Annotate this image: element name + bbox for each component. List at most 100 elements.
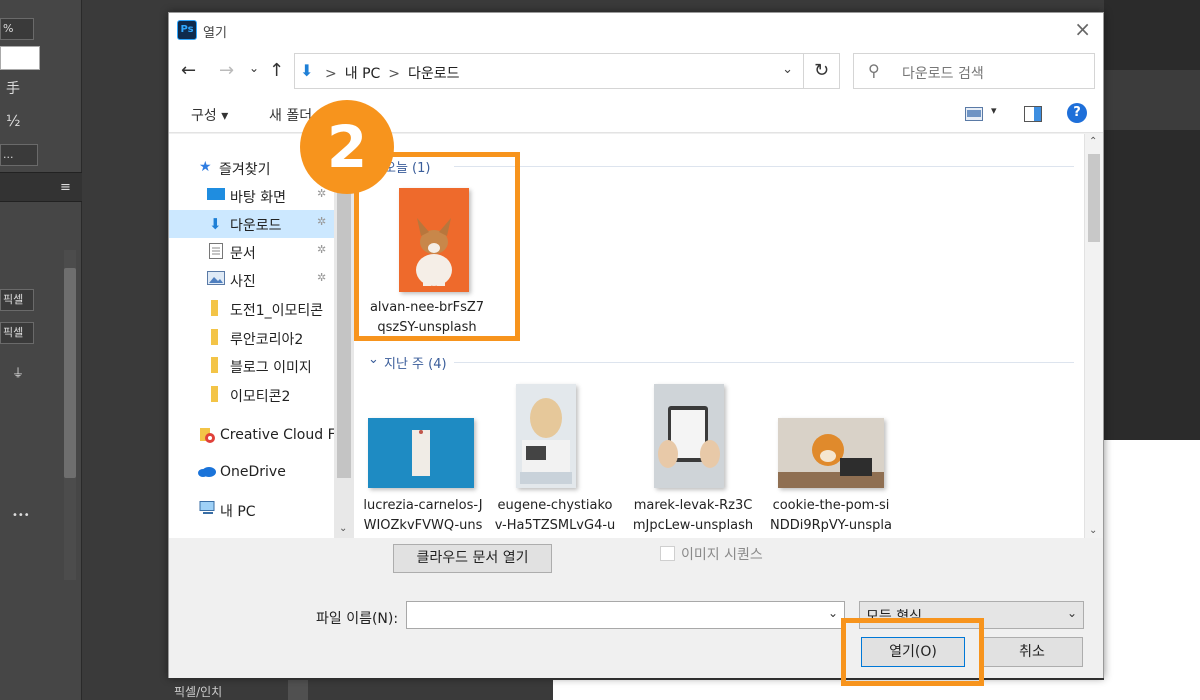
dialog-title: 열기 <box>203 26 227 41</box>
sidebar-item-label: 도전1_이모티콘 <box>230 303 324 319</box>
sidebar-item-folder-3[interactable]: 블로그 이미지 <box>169 352 334 380</box>
file-list-scrollbar[interactable]: ⌃ ⌄ <box>1084 134 1103 538</box>
cancel-button[interactable]: 취소 <box>981 637 1083 667</box>
sidebar-item-desktop[interactable]: 바탕 화면 ✲ <box>169 182 334 210</box>
address-bar-row: ← → ⌄ ↑ ⬇ > 내 PC > 다운로드 ⌄ ↻ ⚲ 다운로드 검색 <box>169 47 1103 95</box>
percent-field[interactable]: % <box>0 18 34 40</box>
filename-input[interactable]: ⌄ <box>406 601 845 629</box>
group-header-last-week[interactable]: ⌄ 지난 주 (4) <box>354 352 1074 372</box>
organize-button[interactable]: 구성 ▾ <box>191 105 228 125</box>
forward-icon[interactable]: → <box>219 60 234 81</box>
photoshop-icon: Ps <box>177 20 197 40</box>
search-placeholder: 다운로드 검색 <box>902 66 984 82</box>
highlight-open-button <box>841 618 984 686</box>
open-cloud-document-button[interactable]: 클라우드 문서 열기 <box>393 544 552 573</box>
address-dropdown-icon[interactable]: ⌄ <box>782 62 793 77</box>
more-icon[interactable]: ••• <box>12 510 94 521</box>
percent-text: % <box>3 22 14 35</box>
dialog-titlebar: Ps 열기 × <box>169 13 1103 47</box>
sidebar-item-folder-2[interactable]: 루안코리아2 <box>169 324 334 352</box>
sidebar-item-pictures[interactable]: 사진 ✲ <box>169 266 334 294</box>
step-number-badge: 2 <box>300 100 394 194</box>
view-options-icon[interactable] <box>965 107 983 125</box>
canvas-bottom <box>553 680 1104 700</box>
refresh-button[interactable]: ↻ <box>804 53 840 89</box>
breadcrumb-separator: > <box>325 66 337 82</box>
chevron-down-icon: ⌄ <box>368 352 379 367</box>
ps-symbol: 手 <box>6 81 20 97</box>
help-icon[interactable]: ? <box>1067 103 1087 123</box>
breadcrumb-pc[interactable]: 내 PC <box>345 66 381 82</box>
pixel-field-2[interactable]: 픽셀 <box>0 322 34 344</box>
creative-cloud-icon <box>199 427 217 443</box>
sidebar-item-label: 루안코리아2 <box>230 332 304 348</box>
file-thumbnail <box>516 384 576 488</box>
folder-icon <box>209 300 227 316</box>
scroll-up-icon[interactable]: ⌃ <box>1089 136 1097 147</box>
file-thumbnail <box>654 384 724 488</box>
sidebar-item-label: 사진 <box>230 274 256 290</box>
pictures-icon <box>207 271 225 287</box>
file-item[interactable]: cookie-the-pom-siNDDi9RpVY-unsplash <box>770 384 892 538</box>
sidebar-item-label: Creative Cloud Files <box>220 427 334 443</box>
pixel-field-1[interactable]: 픽셀 <box>0 289 34 311</box>
search-input[interactable]: ⚲ 다운로드 검색 <box>853 53 1095 89</box>
close-icon[interactable]: × <box>1074 19 1091 39</box>
file-item[interactable]: eugene-chystiakov-Ha5TZSMLvG4-unsplash <box>494 384 616 538</box>
align-icon[interactable]: ⏚ <box>12 364 94 381</box>
folder-icon <box>209 357 227 373</box>
view-dropdown-icon[interactable]: ▾ <box>991 104 997 117</box>
pin-icon: ✲ <box>317 271 327 284</box>
scroll-down-icon[interactable]: ⌄ <box>1089 525 1097 536</box>
file-item[interactable]: marek-levak-Rz3CmJpcLew-unsplash <box>632 384 754 538</box>
sidebar-item-label: 이모티콘2 <box>230 389 291 405</box>
value-field[interactable] <box>0 46 40 70</box>
navigation-scrollbar[interactable]: ⌄ <box>334 134 354 538</box>
sidebar-item-creative-cloud[interactable]: Creative Cloud Files <box>169 422 334 450</box>
sidebar-item-label: 즐겨찾기 <box>219 162 271 178</box>
search-icon: ⚲ <box>868 61 880 80</box>
document-icon <box>209 243 227 259</box>
address-bar[interactable]: ⬇ > 내 PC > 다운로드 ⌄ <box>294 53 804 89</box>
image-sequence-checkbox[interactable] <box>660 546 675 561</box>
menu-icon[interactable]: ≡ <box>60 180 142 195</box>
preview-pane-icon[interactable] <box>1024 106 1042 126</box>
breadcrumb: > 내 PC > 다운로드 <box>321 63 460 83</box>
pin-icon: ✲ <box>317 215 327 228</box>
scroll-down-icon[interactable]: ⌄ <box>339 523 347 534</box>
breadcrumb-separator: > <box>388 66 401 82</box>
canvas-block <box>1104 70 1200 130</box>
breadcrumb-downloads[interactable]: 다운로드 <box>408 66 460 82</box>
sidebar-item-documents[interactable]: 문서 ✲ <box>169 238 334 266</box>
dropdown-field[interactable]: ... <box>0 144 38 166</box>
back-icon[interactable]: ← <box>181 60 196 81</box>
sidebar-item-label: 문서 <box>230 246 256 262</box>
sidebar-item-this-pc[interactable]: 내 PC <box>169 496 334 524</box>
sidebar-item-folder-4[interactable]: 이모티콘2 <box>169 381 334 409</box>
half-label: ½ <box>6 112 21 130</box>
file-list-scroll-thumb[interactable] <box>1088 154 1100 242</box>
sidebar-item-folder-1[interactable]: 도전1_이모티콘 <box>169 295 334 323</box>
up-icon[interactable]: ↑ <box>269 60 284 81</box>
sidebar-item-onedrive[interactable]: OneDrive <box>169 459 334 487</box>
pixel-unit-2: 픽셀 <box>3 326 24 339</box>
pixel-unit-1: 픽셀 <box>3 293 24 306</box>
sidebar-item-label: 바탕 화면 <box>230 190 286 206</box>
folder-icon <box>209 386 227 402</box>
group-header-label: 지난 주 (4) <box>384 357 447 372</box>
ps-status-block <box>288 680 308 700</box>
download-icon: ⬇ <box>209 215 222 233</box>
sidebar-item-label: 블로그 이미지 <box>230 360 312 376</box>
filename-dropdown-icon[interactable]: ⌄ <box>828 606 838 620</box>
file-name: cookie-the-pom-siNDDi9RpVY-unsplash <box>770 498 892 533</box>
photoshop-canvas-area <box>1104 0 1200 700</box>
sidebar-item-downloads[interactable]: ⬇ 다운로드 ✲ <box>169 210 334 238</box>
recent-locations-icon[interactable]: ⌄ <box>249 61 259 75</box>
chevron-down-icon: ⌄ <box>1066 606 1077 620</box>
file-item[interactable]: lucrezia-carnelos-JWIOZkvFVWQ-unsplash <box>363 384 490 538</box>
canvas-document <box>1104 440 1200 700</box>
onedrive-icon <box>197 464 216 480</box>
sidebar-item-label: 다운로드 <box>230 218 282 234</box>
resolution-unit-label: 픽셀/인치 <box>174 685 223 699</box>
dots-text: ... <box>3 148 14 161</box>
